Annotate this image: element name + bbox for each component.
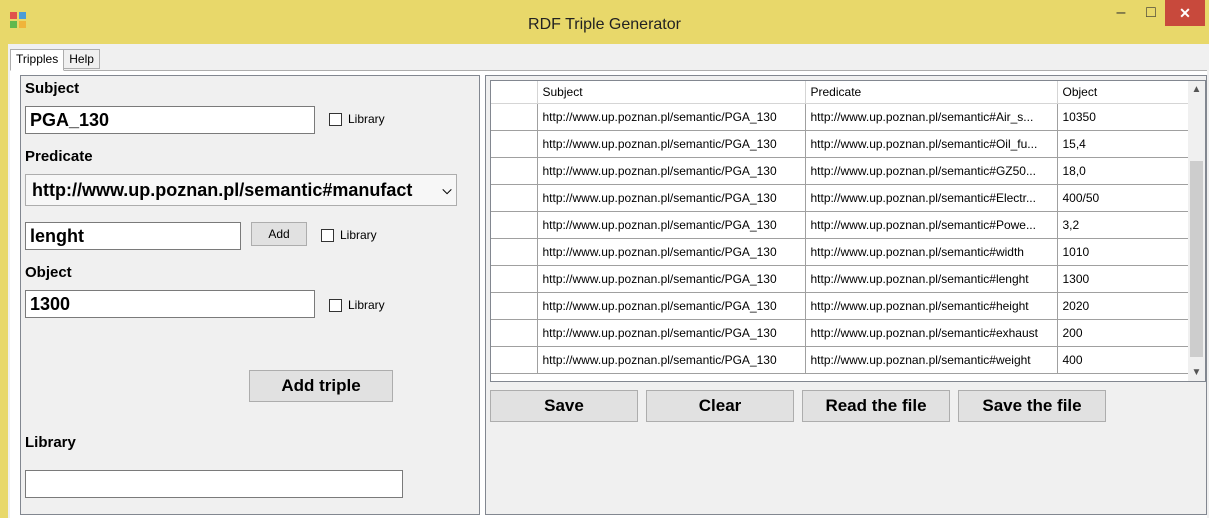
row-header-corner [491,81,538,104]
table-cell[interactable]: http://www.up.poznan.pl/semantic#Air_s..… [805,103,1058,131]
input-panel: Subject PGA_130 Library Predicate http:/… [20,75,480,515]
row-header[interactable] [491,130,538,158]
table-cell[interactable]: 2020 [1057,292,1189,320]
table-row[interactable]: http://www.up.poznan.pl/semantic/PGA_130… [491,319,1189,347]
table-cell[interactable]: http://www.up.poznan.pl/semantic/PGA_130 [537,211,806,239]
table-cell[interactable]: http://www.up.poznan.pl/semantic#GZ50... [805,157,1058,185]
table-cell[interactable]: 400/50 [1057,184,1189,212]
predicate-selected-value: http://www.up.poznan.pl/semantic#manufac… [32,180,413,200]
add-triple-button[interactable]: Add triple [249,370,393,402]
table-row[interactable]: http://www.up.poznan.pl/semantic/PGA_130… [491,103,1189,131]
triples-table: Subject Predicate Object http://www.up.p… [491,81,1189,374]
object-input[interactable]: 1300 [25,290,315,318]
checkbox-box[interactable] [329,298,342,312]
title-bar: RDF Triple Generator – □ ✕ [0,0,1209,44]
table-row[interactable]: http://www.up.poznan.pl/semantic/PGA_130… [491,130,1189,158]
table-cell[interactable]: http://www.up.poznan.pl/semantic#width [805,238,1058,266]
column-header-predicate[interactable]: Predicate [805,81,1058,104]
table-row[interactable]: http://www.up.poznan.pl/semantic/PGA_130… [491,184,1189,212]
tab-tripples[interactable]: Tripples [10,49,65,71]
row-header[interactable] [491,238,538,266]
tab-content: Subject PGA_130 Library Predicate http:/… [10,70,1207,518]
maximize-button[interactable]: □ [1137,0,1165,26]
triples-grid[interactable]: Subject Predicate Object http://www.up.p… [490,80,1206,382]
table-cell[interactable]: 400 [1057,346,1189,374]
table-cell[interactable]: http://www.up.poznan.pl/semantic#weight [805,346,1058,374]
table-cell[interactable]: 3,2 [1057,211,1189,239]
minimize-button[interactable]: – [1107,0,1135,26]
row-header[interactable] [491,319,538,347]
read-file-button[interactable]: Read the file [802,390,950,422]
table-header-row: Subject Predicate Object [491,81,1189,104]
table-cell[interactable]: http://www.up.poznan.pl/semantic#Powe... [805,211,1058,239]
table-cell[interactable]: http://www.up.poznan.pl/semantic#exhaust [805,319,1058,347]
table-cell[interactable]: 18,0 [1057,157,1189,185]
column-header-subject[interactable]: Subject [537,81,806,104]
table-cell[interactable]: http://www.up.poznan.pl/semantic#Oil_fu.… [805,130,1058,158]
window-frame: Tripples Help Subject PGA_130 Library Pr… [8,44,1209,518]
row-header[interactable] [491,157,538,185]
table-cell[interactable]: http://www.up.poznan.pl/semantic/PGA_130 [537,103,806,131]
table-cell[interactable]: http://www.up.poznan.pl/semantic/PGA_130 [537,346,806,374]
column-header-object[interactable]: Object [1057,81,1189,104]
checkbox-label: Library [340,228,377,242]
table-cell[interactable]: 200 [1057,319,1189,347]
new-predicate-input[interactable]: lenght [25,222,241,250]
subject-input[interactable]: PGA_130 [25,106,315,134]
clear-button[interactable]: Clear [646,390,794,422]
library-section-label: Library [25,434,76,451]
table-cell[interactable]: http://www.up.poznan.pl/semantic/PGA_130 [537,319,806,347]
object-library-checkbox[interactable]: Library [329,298,385,312]
table-row[interactable]: http://www.up.poznan.pl/semantic/PGA_130… [491,265,1189,293]
table-row[interactable]: http://www.up.poznan.pl/semantic/PGA_130… [491,292,1189,320]
row-header[interactable] [491,184,538,212]
table-row[interactable]: http://www.up.poznan.pl/semantic/PGA_130… [491,238,1189,266]
table-cell[interactable]: http://www.up.poznan.pl/semantic#height [805,292,1058,320]
table-row[interactable]: http://www.up.poznan.pl/semantic/PGA_130… [491,211,1189,239]
row-header[interactable] [491,103,538,131]
table-cell[interactable]: http://www.up.poznan.pl/semantic#Electr.… [805,184,1058,212]
triples-panel: Subject Predicate Object http://www.up.p… [485,75,1207,515]
table-cell[interactable]: http://www.up.poznan.pl/semantic/PGA_130 [537,157,806,185]
table-cell[interactable]: 1010 [1057,238,1189,266]
close-button[interactable]: ✕ [1165,0,1205,26]
add-predicate-button[interactable]: Add [251,222,307,246]
row-header[interactable] [491,346,538,374]
table-cell[interactable]: 15,4 [1057,130,1189,158]
table-row[interactable]: http://www.up.poznan.pl/semantic/PGA_130… [491,157,1189,185]
table-cell[interactable]: http://www.up.poznan.pl/semantic/PGA_130 [537,265,806,293]
checkbox-label: Library [348,298,385,312]
table-cell[interactable]: 10350 [1057,103,1189,131]
table-row[interactable]: http://www.up.poznan.pl/semantic/PGA_130… [491,346,1189,374]
grid-scrollbar[interactable]: ▲ ▼ [1188,81,1205,381]
checkbox-label: Library [348,112,385,126]
save-file-button[interactable]: Save the file [958,390,1106,422]
table-cell[interactable]: http://www.up.poznan.pl/semantic#lenght [805,265,1058,293]
table-cell[interactable]: 1300 [1057,265,1189,293]
row-header[interactable] [491,292,538,320]
checkbox-box[interactable] [329,112,342,126]
row-header[interactable] [491,265,538,293]
checkbox-box[interactable] [321,228,334,242]
window-title: RDF Triple Generator [528,16,681,33]
subject-label: Subject [25,80,80,97]
tab-strip: Tripples Help [10,49,100,71]
predicate-library-checkbox[interactable]: Library [321,228,377,242]
tab-help[interactable]: Help [63,49,100,69]
library-input[interactable] [25,470,403,498]
chevron-down-icon[interactable]: ⌵ [438,175,456,205]
save-button[interactable]: Save [490,390,638,422]
predicate-dropdown[interactable]: http://www.up.poznan.pl/semantic#manufac… [25,174,457,206]
table-cell[interactable]: http://www.up.poznan.pl/semantic/PGA_130 [537,292,806,320]
row-header[interactable] [491,211,538,239]
object-label: Object [25,264,72,281]
table-cell[interactable]: http://www.up.poznan.pl/semantic/PGA_130 [537,238,806,266]
table-cell[interactable]: http://www.up.poznan.pl/semantic/PGA_130 [537,130,806,158]
subject-library-checkbox[interactable]: Library [329,112,385,126]
scroll-up-arrow-icon[interactable]: ▲ [1188,81,1205,98]
predicate-label: Predicate [25,148,93,165]
scroll-down-arrow-icon[interactable]: ▼ [1188,364,1205,381]
table-cell[interactable]: http://www.up.poznan.pl/semantic/PGA_130 [537,184,806,212]
scroll-thumb[interactable] [1190,161,1203,357]
